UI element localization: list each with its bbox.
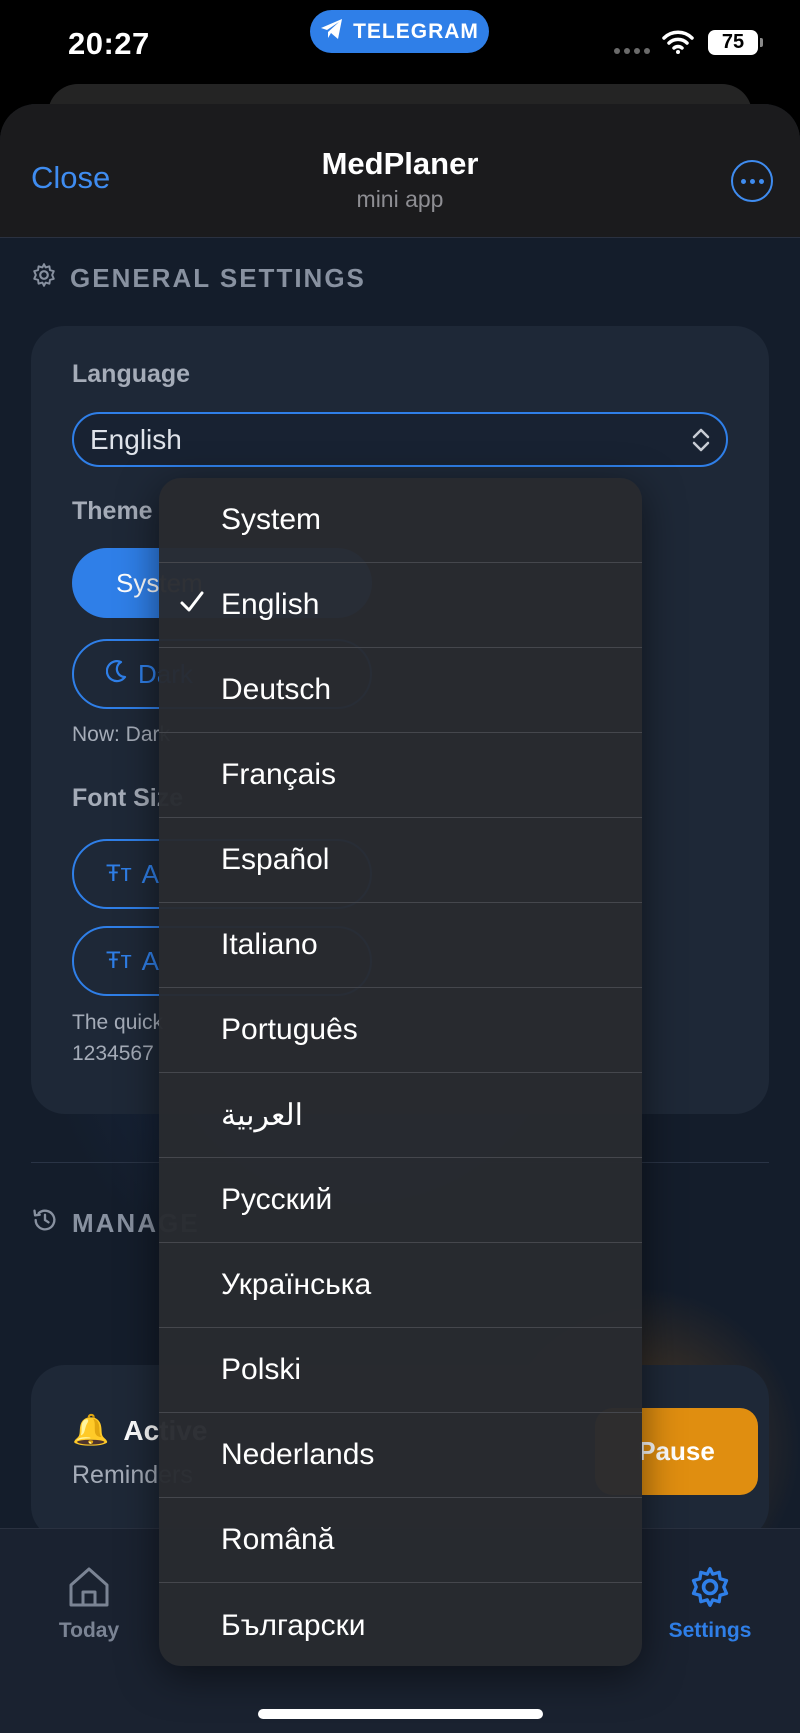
signal-icon [614,48,650,54]
theme-now-text: Now: Dark [72,723,171,746]
general-settings-title: GENERAL SETTINGS [70,263,366,293]
language-option-label: Română [221,1523,335,1556]
text-size-icon: Ŧт [106,947,132,974]
tab-settings[interactable]: Settings [650,1565,770,1643]
gear-icon [31,262,57,295]
telegram-icon [320,18,344,45]
telegram-pill[interactable]: TELEGRAM [310,10,489,53]
language-option[interactable]: Русский [159,1158,642,1243]
font-sample-line-2: 1234567 [72,1042,154,1065]
app-subtitle: mini app [356,186,444,212]
language-option[interactable]: Български [159,1583,642,1666]
language-select[interactable]: English [72,412,728,467]
app-title: MedPlaner [321,146,479,181]
language-option[interactable]: Українська [159,1243,642,1328]
language-option-label: Français [221,758,337,791]
font-option-1-label: A [141,858,159,889]
language-option-label: Українська [221,1268,372,1301]
language-option[interactable]: Polski [159,1328,642,1413]
chevron-updown-icon [690,427,712,460]
language-option[interactable]: Português [159,988,642,1073]
tab-today[interactable]: Today [29,1565,149,1643]
font-sample-line-1: The quick [72,1011,164,1034]
theme-label: Theme [72,497,153,525]
language-option-label: Русский [221,1183,333,1216]
language-option-label: Español [221,843,330,876]
status-time: 20:27 [68,26,150,61]
tab-settings-label: Settings [668,1619,752,1642]
telegram-label: TELEGRAM [353,19,479,43]
language-option[interactable]: Français [159,733,642,818]
general-settings-header: GENERAL SETTINGS [31,262,366,295]
moon-icon [105,659,128,690]
wifi-icon [662,30,694,59]
language-option[interactable]: Español [159,818,642,903]
checkmark-icon [179,589,205,623]
font-option-2-label: A [141,945,159,976]
language-option-label: Български [221,1608,366,1642]
language-dropdown-menu: System English Deutsch Français Español … [159,478,642,1666]
home-icon [29,1565,149,1609]
language-option-label: Italiano [221,928,318,961]
font-sample-text: The quick 1234567 [72,1007,163,1069]
language-option[interactable]: Deutsch [159,648,642,733]
language-label: Language [72,360,191,388]
language-option-selected[interactable]: English [159,563,642,648]
app-header: Close MedPlaner mini app [0,104,800,238]
text-size-icon: Ŧт [106,860,132,887]
bell-icon: 🔔 [72,1414,110,1447]
language-option-label: Português [221,1013,358,1046]
language-option-label: System [221,503,322,536]
home-indicator [258,1709,543,1719]
history-icon [31,1206,59,1241]
language-option[interactable]: Nederlands [159,1413,642,1498]
tab-today-label: Today [58,1619,120,1642]
language-option[interactable]: Română [159,1498,642,1583]
battery-icon: 75 [708,30,763,55]
language-option-label: Polski [221,1353,302,1386]
language-option[interactable]: Italiano [159,903,642,988]
language-option[interactable]: العربية [159,1073,642,1158]
language-option-label: Nederlands [221,1438,375,1471]
more-icon [740,178,746,184]
status-bar: 20:27 TELEGRAM 75 [0,0,800,90]
more-options-button[interactable] [731,160,773,202]
language-option-label: العربية [221,1098,303,1132]
language-select-value: English [90,423,182,455]
language-option[interactable]: System [159,478,642,563]
gear-icon [650,1565,770,1609]
language-option-label: English [221,588,320,621]
language-option-label: Deutsch [221,673,332,706]
